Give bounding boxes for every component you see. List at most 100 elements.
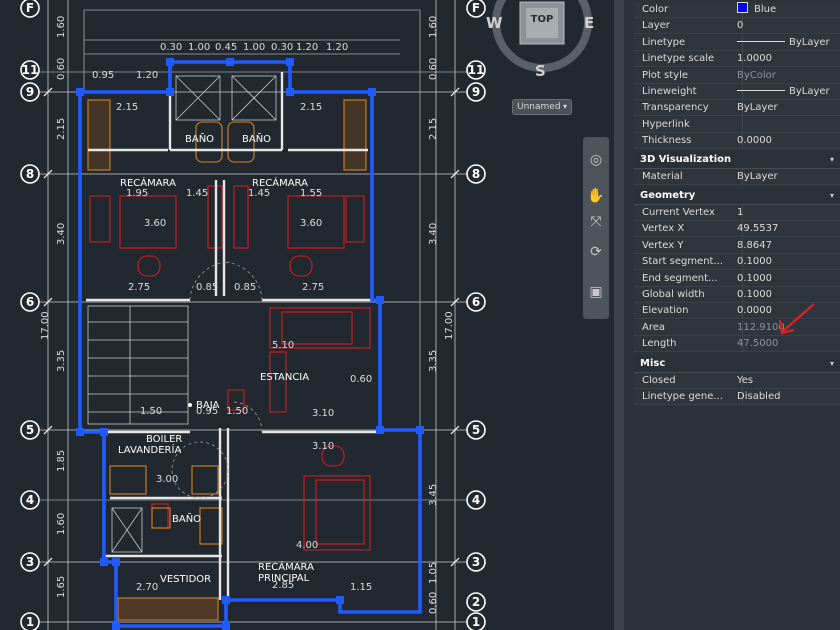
grid-bubble-label: F [472, 1, 480, 15]
property-row[interactable]: Current Vertex 1 [634, 205, 840, 221]
named-view-dropdown[interactable]: Unnamed ▾ [512, 99, 572, 115]
room-label-lavanderia: LAVANDERÍA [118, 443, 181, 456]
grid-bubble-label: 6 [26, 295, 34, 309]
section-header-misc[interactable]: Misc ▾ [634, 356, 840, 373]
property-row[interactable]: Closed Yes [634, 373, 840, 389]
interior-dim: 3.60 [144, 218, 166, 229]
property-value[interactable]: 0.1000 [737, 254, 837, 270]
property-value[interactable]: ByLayer [737, 84, 837, 100]
interior-dim: 0.85 [234, 282, 256, 293]
compass-south[interactable]: S [535, 62, 546, 80]
collapse-icon[interactable]: ▾ [824, 356, 834, 372]
linetype-preview [737, 90, 785, 91]
dim-right-5: 17.00 [444, 311, 455, 340]
interior-dim: 2.15 [116, 102, 138, 113]
property-row[interactable]: Material ByLayer [634, 169, 840, 185]
property-row[interactable]: Hyperlink [634, 116, 840, 133]
grid-bubble-label: 2 [472, 595, 480, 609]
property-value-text: ByLayer [737, 171, 778, 182]
named-view-label: Unnamed [517, 102, 561, 112]
column-divider [742, 116, 743, 133]
interior-dim: 1.45 [186, 188, 208, 199]
dim-left-5: 17.00 [40, 311, 51, 340]
room-label-bano-2: BAÑO [242, 132, 271, 145]
property-value[interactable]: Blue [737, 2, 837, 18]
interior-dim: 2.15 [300, 102, 322, 113]
dim-right-2: 0.60 [428, 58, 439, 80]
interior-dim: 1.15 [350, 582, 372, 593]
orbit-icon[interactable]: ⟳ [587, 243, 605, 261]
grid-bubble-label: 9 [26, 85, 34, 99]
dim-right-9: 0.60 [428, 592, 439, 614]
property-row[interactable]: Linetype ByLayer [634, 34, 840, 51]
property-key: Plot style [642, 69, 689, 81]
property-key: Layer [642, 20, 670, 32]
property-row[interactable]: Plot style ByColor [634, 67, 840, 84]
property-value[interactable]: ByLayer [737, 35, 837, 51]
property-value[interactable]: 1 [737, 205, 837, 221]
interior-dim: 1.95 [126, 188, 148, 199]
property-value-text: Disabled [737, 391, 781, 403]
dim-left-9: 1.65 [56, 576, 67, 598]
property-value-text: ByLayer [789, 86, 830, 97]
property-row[interactable]: Color Blue [634, 2, 840, 18]
drawing-canvas[interactable]: F 11 9 8 6 5 4 3 1 F 11 9 8 6 5 4 3 2 1 1.60 0.60 2.15 3.… [0, 0, 614, 630]
showmotion-icon[interactable]: ▣ [587, 283, 605, 301]
interior-dim: 0.95 [92, 70, 114, 81]
interior-dim: 5.10 [272, 340, 294, 351]
grid-bubble-label: 5 [472, 423, 480, 437]
compass-west[interactable]: W [486, 14, 503, 32]
property-value-text: 1.0000 [737, 53, 772, 65]
interior-dim: 3.00 [156, 474, 178, 485]
property-value-text: 49.5537 [737, 223, 779, 235]
property-row[interactable]: Linetype scale 1.0000 [634, 51, 840, 68]
compass-east[interactable]: E [584, 14, 594, 32]
property-value[interactable]: 0 [737, 18, 837, 34]
property-row[interactable]: Vertex Y 8.8647 [634, 237, 840, 254]
property-value[interactable]: 8.8647 [737, 238, 837, 254]
property-value[interactable]: Yes [737, 373, 837, 389]
property-value[interactable]: 0.1000 [737, 271, 837, 287]
property-row[interactable]: End segment... 0.1000 [634, 270, 840, 287]
property-row[interactable]: Layer 0 [634, 18, 840, 35]
grid-bubble-label: F [26, 1, 34, 15]
property-row[interactable]: Transparency ByLayer [634, 100, 840, 117]
zoom-icon[interactable]: ⤧ [587, 213, 605, 231]
top-dim: 1.00 [188, 42, 210, 53]
property-row[interactable]: Thickness 0.0000 [634, 133, 840, 150]
interior-dim: 0.85 [196, 282, 218, 293]
property-row[interactable]: Linetype gene... Disabled [634, 389, 840, 406]
property-key: Current Vertex [642, 207, 715, 218]
room-label-recamara-principal: RECÁMARA [258, 560, 314, 573]
property-value[interactable]: ByLayer [737, 169, 837, 185]
steering-wheel-icon[interactable]: ◎ [587, 151, 605, 169]
property-value[interactable]: 0.0000 [737, 133, 837, 149]
viewcube-top-face[interactable]: TOP [527, 14, 557, 25]
property-value[interactable]: 1.0000 [737, 51, 837, 67]
dim-left-6: 3.35 [56, 350, 67, 372]
property-value-text: ByLayer [789, 36, 830, 48]
annotation-arrow [778, 303, 815, 335]
dim-left-3: 2.15 [56, 118, 67, 140]
property-key: Closed [642, 375, 676, 386]
property-value-text: 0.0000 [737, 135, 772, 147]
floor-plan-drawing: F 11 9 8 6 5 4 3 1 F 11 9 8 6 5 4 3 2 1 1.60 0.60 2.15 3.… [20, 0, 486, 630]
property-row[interactable]: Vertex X 49.5537 [634, 221, 840, 238]
property-value[interactable]: Disabled [737, 389, 837, 405]
section-header-geom[interactable]: Geometry ▾ [634, 188, 840, 205]
section-header-viz[interactable]: 3D Visualization ▾ [634, 152, 840, 169]
property-value[interactable]: ByLayer [737, 100, 837, 116]
property-value[interactable]: 49.5537 [737, 221, 837, 237]
collapse-icon[interactable]: ▾ [824, 152, 834, 168]
room-label-bano-1: BAÑO [185, 132, 214, 145]
viewcube[interactable]: TOP W E S [480, 0, 600, 90]
dim-left-7: 1.85 [56, 450, 67, 472]
pan-icon[interactable]: ✋ [587, 187, 605, 205]
interior-dim: 1.55 [300, 188, 322, 199]
property-row[interactable]: Start segment... 0.1000 [634, 254, 840, 271]
property-row[interactable]: Lineweight ByLayer [634, 84, 840, 100]
property-value-text: 0.1000 [737, 289, 772, 300]
property-key: Transparency [642, 102, 709, 114]
collapse-icon[interactable]: ▾ [824, 188, 834, 204]
top-dim: 0.30 [160, 42, 182, 53]
